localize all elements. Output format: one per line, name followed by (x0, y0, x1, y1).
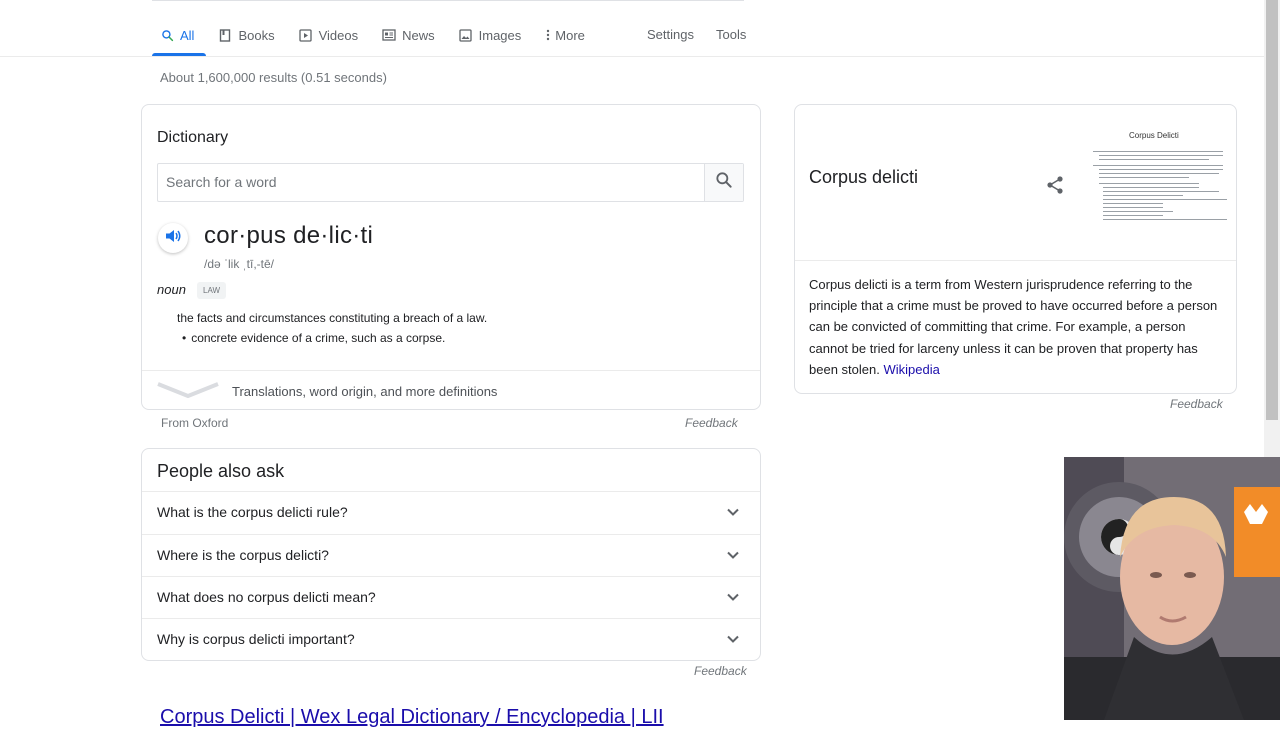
more-definitions-label: Translations, word origin, and more defi… (232, 384, 498, 399)
dictionary-title: Dictionary (157, 129, 229, 146)
settings-link[interactable]: Settings (647, 24, 694, 46)
more-definitions-row[interactable]: Translations, word origin, and more defi… (142, 370, 760, 410)
thumbnail-text-line (1103, 191, 1219, 192)
knowledge-panel-feedback-link[interactable]: Feedback (1170, 397, 1223, 411)
tab-label: Videos (318, 27, 359, 43)
knowledge-panel-title: Corpus delicti (809, 167, 919, 187)
dictionary-search-button[interactable] (704, 164, 743, 201)
thumbnail-title: Corpus Delicti (1129, 131, 1179, 140)
chevron-down-icon (726, 590, 740, 609)
wikipedia-link[interactable]: Wikipedia (883, 362, 939, 377)
knowledge-panel-description: Corpus delicti is a term from Western ju… (809, 274, 1219, 380)
chevron-down-icon (726, 632, 740, 651)
webcam-overlay (1064, 457, 1280, 720)
people-also-ask-feedback-link[interactable]: Feedback (694, 664, 747, 678)
image-icon (459, 28, 473, 42)
dictionary-word: cor·pus de·lic·ti (204, 222, 374, 249)
part-of-speech: noun (157, 282, 186, 297)
chevron-down-icon (726, 505, 740, 524)
thumbnail-text-line (1103, 211, 1173, 212)
people-also-ask-card: People also ask What is the corpus delic… (141, 448, 761, 661)
sub-definition: • concrete evidence of a crime, such as a… (182, 331, 445, 345)
sub-definition-text: concrete evidence of a crime, such as a … (191, 331, 446, 345)
news-icon (382, 28, 396, 42)
bullet-icon: • (182, 331, 187, 345)
thumbnail-text-line (1099, 173, 1219, 174)
tools-link[interactable]: Tools (716, 24, 746, 46)
question-text: What is the corpus delicti rule? (157, 504, 348, 520)
dictionary-feedback-link[interactable]: Feedback (685, 416, 738, 430)
dictionary-search-box (157, 163, 744, 202)
tab-books[interactable]: Books (218, 24, 275, 46)
speaker-icon (164, 228, 182, 249)
people-also-ask-title: People also ask (157, 461, 285, 481)
phonetic-spelling: /də ˈlik ˌtī,-tē/ (204, 257, 275, 271)
tab-label: All (180, 27, 195, 43)
knowledge-panel: Corpus delicti Corpus Delicti Corpus del… (794, 104, 1237, 394)
chevron-down-icon (156, 381, 220, 404)
tab-all[interactable]: All (160, 24, 194, 46)
pronunciation-button[interactable] (158, 223, 188, 253)
question-item[interactable]: What does no corpus delicti mean? (142, 576, 760, 619)
thumbnail-text-line (1099, 169, 1223, 170)
thumbnail-text-line (1103, 207, 1163, 208)
thumbnail-text-line (1103, 215, 1163, 216)
thumbnail-text-line (1099, 159, 1209, 160)
video-icon (299, 28, 313, 42)
knowledge-panel-divider (795, 260, 1236, 261)
chevron-down-icon (726, 548, 740, 567)
search-icon (160, 28, 174, 42)
thumbnail-text-line (1103, 195, 1183, 196)
tab-images[interactable]: Images (459, 24, 522, 46)
question-text: What does no corpus delicti mean? (157, 589, 376, 605)
result-title-link[interactable]: Corpus Delicti | Wex Legal Dictionary / … (160, 706, 664, 729)
scrollbar-thumb[interactable] (1266, 0, 1278, 420)
domain-badge: LAW (197, 282, 227, 299)
webcam-video-frame (1064, 457, 1280, 720)
tab-label: Images (478, 27, 522, 43)
article-thumbnail[interactable]: Corpus Delicti (1089, 125, 1229, 235)
question-item[interactable]: Where is the corpus delicti? (142, 534, 760, 577)
thumbnail-text-line (1093, 151, 1223, 152)
thumbnail-text-line (1099, 155, 1223, 156)
thumbnail-text-line (1103, 187, 1199, 188)
dictionary-source: From Oxford (161, 416, 229, 430)
dictionary-card: Dictionary cor·pus de·lic·ti /də ˈlik ˌt… (141, 104, 761, 410)
share-icon[interactable] (1045, 175, 1065, 200)
thumbnail-text-line (1093, 165, 1223, 166)
tab-news[interactable]: News (382, 24, 435, 46)
question-text: Where is the corpus delicti? (157, 547, 329, 563)
search-box-bottom-edge (152, 0, 744, 1)
question-item[interactable]: What is the corpus delicti rule? (142, 491, 760, 534)
dictionary-search-input[interactable] (158, 164, 714, 199)
header-divider (0, 56, 1264, 57)
thumbnail-text-line (1099, 177, 1189, 178)
question-text: Why is corpus delicti important? (157, 631, 355, 647)
definition: the facts and circumstances constituting… (177, 311, 488, 325)
thumbnail-text-line (1103, 203, 1163, 204)
question-item[interactable]: Why is corpus delicti important? (142, 618, 760, 661)
book-icon (218, 28, 232, 42)
description-text: Corpus delicti is a term from Western ju… (809, 277, 1218, 377)
result-stats: About 1,600,000 results (0.51 seconds) (160, 70, 387, 85)
tab-more[interactable]: More (545, 24, 585, 46)
search-icon (714, 170, 734, 195)
thumbnail-text-line (1103, 199, 1227, 200)
tab-label: News (402, 27, 435, 43)
tab-label: More (555, 27, 585, 43)
tab-label: Books (238, 27, 275, 43)
tab-videos[interactable]: Videos (299, 24, 359, 46)
thumbnail-text-line (1103, 219, 1227, 220)
more-vert-icon (545, 28, 551, 42)
search-tabs: All Books Videos News Images More (160, 24, 609, 46)
thumbnail-text-line (1099, 183, 1199, 184)
